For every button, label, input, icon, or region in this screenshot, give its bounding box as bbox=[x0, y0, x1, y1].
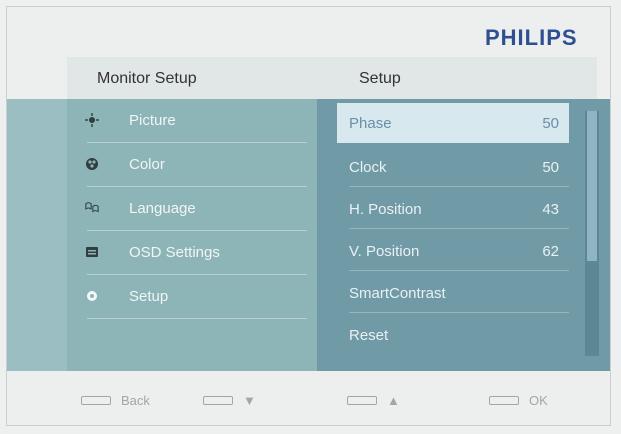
divider bbox=[349, 312, 569, 313]
footer-back-button[interactable]: Back bbox=[81, 393, 150, 408]
left-header-title: Monitor Setup bbox=[97, 70, 197, 87]
setup-row-v-position[interactable]: V. Position 62 bbox=[337, 231, 569, 271]
divider bbox=[349, 228, 569, 229]
setup-row-phase[interactable]: Phase 50 bbox=[337, 103, 569, 143]
setup-row-value: 43 bbox=[542, 201, 559, 218]
setup-row-label: SmartContrast bbox=[349, 285, 446, 302]
setup-row-reset[interactable]: Reset bbox=[337, 315, 569, 355]
footer-down-button[interactable]: ▼ bbox=[203, 393, 256, 408]
menu-item-picture[interactable]: Picture bbox=[67, 99, 307, 143]
footer-up-label: ▲ bbox=[387, 393, 400, 408]
main-menu: Picture Color Language OSD Settings Setu… bbox=[67, 99, 317, 371]
right-header: Setup bbox=[317, 57, 597, 99]
language-icon bbox=[85, 201, 99, 215]
down-key-icon bbox=[203, 396, 233, 405]
menu-item-color[interactable]: Color bbox=[67, 143, 307, 187]
picture-icon bbox=[85, 113, 99, 127]
color-icon bbox=[85, 157, 99, 171]
osd-icon bbox=[85, 245, 99, 259]
scrollbar-thumb[interactable] bbox=[587, 111, 597, 261]
divider bbox=[87, 318, 307, 319]
setup-row-h-position[interactable]: H. Position 43 bbox=[337, 189, 569, 229]
menu-band: Picture Color Language OSD Settings Setu… bbox=[7, 99, 610, 371]
setup-row-value: 62 bbox=[542, 243, 559, 260]
footer-up-button[interactable]: ▲ bbox=[347, 393, 400, 408]
osd-screen: PHILIPS Monitor Setup Setup Picture Colo… bbox=[6, 6, 611, 426]
setup-row-clock[interactable]: Clock 50 bbox=[337, 147, 569, 187]
setup-row-label: H. Position bbox=[349, 201, 422, 218]
right-header-title: Setup bbox=[359, 70, 401, 87]
back-key-icon bbox=[81, 396, 111, 405]
setup-row-smartcontrast[interactable]: SmartContrast bbox=[337, 273, 569, 313]
menu-item-label: Color bbox=[129, 156, 165, 173]
menu-item-label: OSD Settings bbox=[129, 244, 220, 261]
footer-back-label: Back bbox=[121, 393, 150, 408]
setup-row-label: Clock bbox=[349, 159, 387, 176]
setup-submenu: Phase 50 Clock 50 H. Position 43 V. Posi… bbox=[317, 99, 610, 371]
divider bbox=[349, 186, 569, 187]
ok-key-icon bbox=[489, 396, 519, 405]
footer-ok-button[interactable]: OK bbox=[489, 393, 548, 408]
setup-row-label: V. Position bbox=[349, 243, 420, 260]
menu-item-label: Language bbox=[129, 200, 196, 217]
setup-row-label: Reset bbox=[349, 327, 389, 344]
setup-row-label: Phase bbox=[349, 115, 392, 132]
menu-item-setup[interactable]: Setup bbox=[67, 275, 307, 319]
menu-item-osd-settings[interactable]: OSD Settings bbox=[67, 231, 307, 275]
setup-row-value: 50 bbox=[542, 159, 559, 176]
footer-down-label: ▼ bbox=[243, 393, 256, 408]
menu-item-label: Picture bbox=[129, 112, 176, 129]
left-header: Monitor Setup bbox=[67, 57, 317, 99]
footer-ok-label: OK bbox=[529, 393, 548, 408]
brand-logo: PHILIPS bbox=[485, 25, 578, 50]
setup-icon bbox=[85, 289, 99, 303]
divider bbox=[349, 270, 569, 271]
menu-item-label: Setup bbox=[129, 288, 169, 305]
setup-row-value: 50 bbox=[542, 115, 559, 132]
menu-item-language[interactable]: Language bbox=[67, 187, 307, 231]
up-key-icon bbox=[347, 396, 377, 405]
